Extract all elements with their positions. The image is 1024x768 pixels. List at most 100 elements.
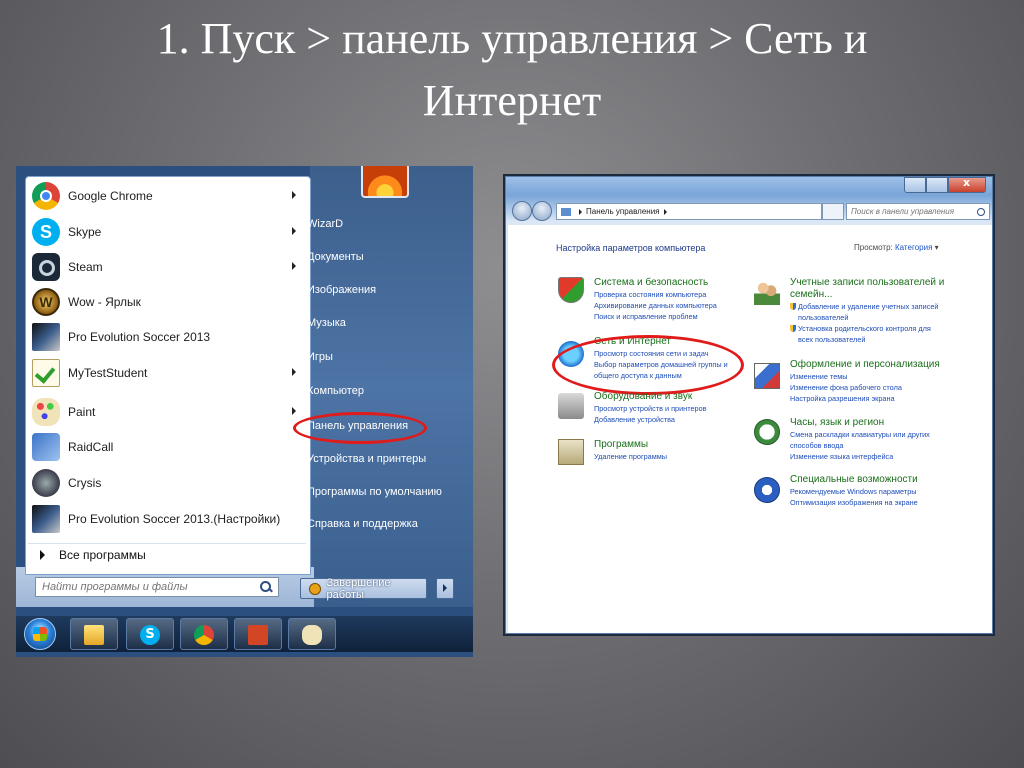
program-label: Crysis [68, 476, 102, 490]
maximize-button[interactable] [926, 177, 948, 193]
breadcrumb[interactable]: Панель управления [586, 207, 660, 216]
programs-icon[interactable] [558, 439, 584, 465]
program-item-paint[interactable]: Paint [28, 395, 306, 429]
category-title[interactable]: Часы, язык и регион [790, 417, 930, 429]
submenu-arrow-icon [292, 407, 296, 415]
start-right-games[interactable]: Игры [307, 351, 333, 363]
category-link[interactable]: Изменение фона рабочего стола [790, 382, 940, 393]
category-link[interactable]: всех пользователей [790, 334, 944, 345]
start-menu-screenshot: Google Chrome S Skype Steam W Wow - Ярлык … [16, 166, 473, 657]
start-right-user[interactable]: WizarD [307, 218, 343, 230]
category-link[interactable]: Изменение темы [790, 371, 940, 382]
category-link[interactable]: способов ввода [790, 440, 930, 451]
control-panel-icon [561, 207, 571, 216]
category-programs: Программы Удаление программы [594, 439, 667, 462]
category-title[interactable]: Оформление и персонализация [790, 359, 940, 371]
page-title: Настройка параметров компьютера [556, 243, 706, 253]
start-right-default-programs[interactable]: Программы по умолчанию [307, 486, 442, 498]
taskbar-skype[interactable]: S [126, 618, 174, 650]
program-item-pes-settings[interactable]: Pro Evolution Soccer 2013.(Настройки) [28, 502, 306, 536]
category-title[interactable]: Специальные возможности [790, 474, 918, 486]
powerpoint-icon [248, 625, 268, 645]
search-icon[interactable] [260, 581, 272, 593]
taskbar-powerpoint[interactable] [234, 618, 282, 650]
submenu-arrow-icon [292, 227, 296, 235]
program-item-chrome[interactable]: Google Chrome [28, 179, 306, 213]
category-title[interactable]: Оборудование и звук [594, 391, 707, 403]
program-item-myteststudent[interactable]: MyTestStudent [28, 356, 306, 390]
chevron-right-icon [663, 208, 667, 215]
program-item-steam[interactable]: Steam [28, 250, 306, 284]
start-right-devices[interactable]: Устройства и принтеры [307, 453, 426, 465]
category-title-cont[interactable]: семейн... [790, 289, 944, 301]
start-right-computer[interactable]: Компьютер [307, 385, 364, 397]
category-link[interactable]: Добавление устройства [594, 414, 707, 425]
category-link[interactable]: Поиск и исправление проблем [594, 311, 717, 322]
submenu-arrow-icon [292, 262, 296, 270]
program-item-wow[interactable]: W Wow - Ярлык [28, 285, 306, 319]
view-selector[interactable]: Просмотр: Категория ▾ [854, 243, 939, 252]
category-title[interactable]: Система и безопасность [594, 277, 717, 289]
back-button[interactable] [512, 201, 532, 221]
start-right-music[interactable]: Музыка [307, 317, 346, 329]
category-title[interactable]: Учетные записи пользователей и [790, 277, 944, 289]
category-link[interactable]: Рекомендуемые Windows параметры [790, 486, 918, 497]
program-item-crysis[interactable]: Crysis [28, 466, 306, 500]
refresh-button[interactable] [822, 203, 844, 220]
arrow-right-icon [40, 550, 45, 560]
taskbar-paint[interactable] [288, 618, 336, 650]
control-panel-search-input[interactable] [847, 205, 977, 218]
program-item-skype[interactable]: S Skype [28, 215, 306, 249]
shutdown-button[interactable]: Завершение работы [300, 577, 427, 601]
appearance-icon[interactable] [754, 363, 780, 389]
windows-orb-icon[interactable] [24, 618, 56, 650]
category-link[interactable]: Смена раскладки клавиатуры или других [790, 429, 930, 440]
pes-icon [32, 323, 60, 351]
category-link[interactable]: Удаление программы [594, 451, 667, 462]
category-title[interactable]: Программы [594, 439, 667, 451]
start-search-box[interactable] [35, 577, 279, 597]
category-link[interactable]: Просмотр устройств и принтеров [594, 403, 707, 414]
minimize-button[interactable] [904, 177, 926, 193]
slide-title-line1: 1. Пуск > панель управления > Сеть и [156, 14, 868, 63]
control-panel-highlight-oval [293, 412, 427, 444]
chrome-icon [32, 182, 60, 210]
control-panel-window: Панель управления Настройка параметров к… [505, 176, 993, 634]
chrome-icon [194, 625, 214, 645]
view-value[interactable]: Категория [895, 243, 932, 252]
shield-warning-icon [309, 582, 321, 595]
start-right-images[interactable]: Изображения [307, 284, 376, 296]
category-link[interactable]: Оптимизация изображения на экране [790, 497, 918, 508]
user-avatar[interactable] [361, 166, 409, 198]
accessibility-icon[interactable] [754, 477, 780, 503]
address-bar[interactable]: Панель управления [556, 203, 822, 220]
category-link[interactable]: Добавление и удаление учетных записей [790, 301, 944, 312]
users-icon[interactable] [754, 279, 780, 305]
category-link[interactable]: Архивирование данных компьютера [594, 300, 717, 311]
category-link[interactable]: Установка родительского контроля для [790, 323, 944, 334]
start-search-input[interactable] [36, 579, 260, 595]
shutdown-options-button[interactable] [436, 578, 454, 599]
category-link[interactable]: Настройка разрешения экрана [790, 393, 940, 404]
category-appearance: Оформление и персонализация Изменение те… [790, 359, 940, 404]
taskbar-chrome[interactable] [180, 618, 228, 650]
start-right-help[interactable]: Справка и поддержка [307, 518, 418, 530]
search-icon[interactable] [977, 207, 985, 216]
program-item-pes[interactable]: Pro Evolution Soccer 2013 [28, 320, 306, 354]
program-item-raidcall[interactable]: RaidCall [28, 430, 306, 464]
network-highlight-oval [552, 335, 744, 395]
category-link[interactable]: Проверка состояния компьютера [594, 289, 717, 300]
shield-icon[interactable] [558, 277, 584, 303]
control-panel-screenshot: Панель управления Настройка параметров к… [503, 174, 995, 636]
control-panel-search[interactable] [846, 203, 990, 220]
category-link[interactable]: Изменение языка интерфейса [790, 451, 930, 462]
forward-button[interactable] [532, 201, 552, 221]
start-right-documents[interactable]: Документы [307, 251, 364, 263]
category-link[interactable]: пользователей [790, 312, 944, 323]
start-menu-programs-pane: Google Chrome S Skype Steam W Wow - Ярлык … [25, 176, 311, 575]
clock-globe-icon[interactable] [754, 419, 780, 445]
taskbar-explorer[interactable] [70, 618, 118, 650]
close-button[interactable] [948, 176, 986, 193]
printer-icon[interactable] [558, 393, 584, 419]
all-programs-button[interactable]: Все программы [28, 543, 306, 566]
